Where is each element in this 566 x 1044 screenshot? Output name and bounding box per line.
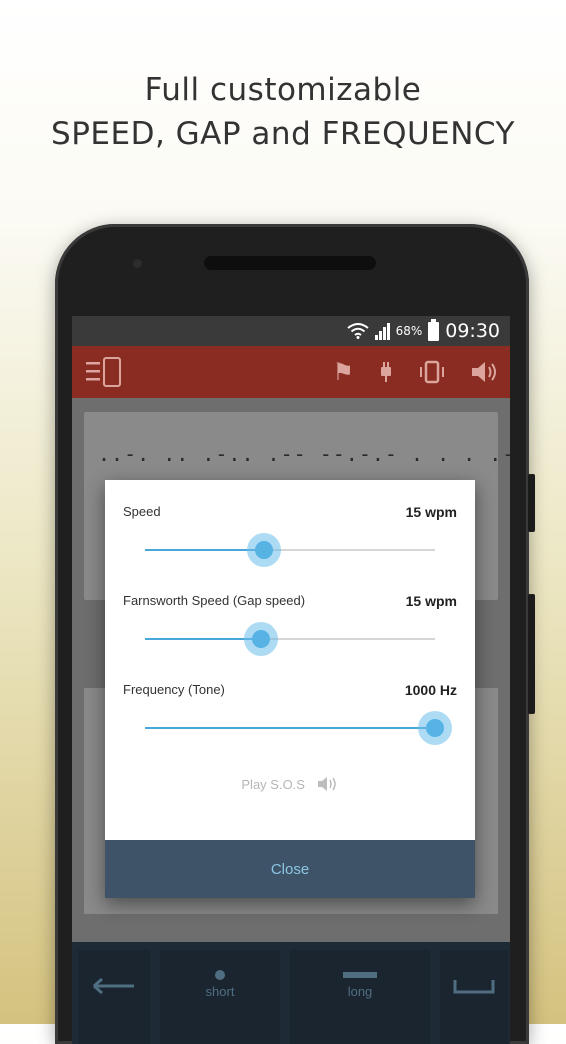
backspace-key[interactable] [78,950,150,1044]
play-sos-label: Play S.O.S [241,777,305,792]
headline-line-2: SPEED, GAP and FREQUENCY [51,116,515,152]
play-sos-button[interactable]: Play S.O.S [105,776,475,792]
backspace-icon [93,977,134,995]
long-key[interactable]: long [290,950,430,1044]
frequency-label: Frequency (Tone) [123,682,225,697]
dot-icon [215,970,225,980]
status-bar: 68% 09:30 [72,316,510,346]
frequency-slider[interactable] [145,711,452,745]
morse-text: ..-. .. .-.. .-- --.-.- . . . .-.. -- .-… [98,442,510,466]
short-key-label: short [205,984,235,999]
signal-icon [374,322,390,340]
farnsworth-label: Farnsworth Speed (Gap speed) [123,593,306,608]
speaker-icon[interactable] [470,360,498,384]
keyboard-bar: short long [72,942,510,1044]
power-button [528,474,535,532]
speed-value: 15 wpm [405,504,457,520]
battery-icon [428,318,440,341]
farnsworth-slider-thumb[interactable] [252,630,270,648]
battery-percent: 68% [395,324,423,338]
running-icon[interactable]: ⚑ [332,358,354,387]
speaker-icon [317,777,336,791]
speed-slider[interactable] [145,533,435,567]
earpiece-speaker [204,256,376,270]
space-icon [453,980,495,994]
frequency-slider-thumb[interactable] [426,719,444,737]
headline: Full customizable SPEED, GAP and FREQUEN… [0,68,566,156]
dash-icon [343,972,377,978]
settings-dialog: Speed 15 wpm Farnsworth Speed (Gap speed… [105,480,475,898]
close-button-label: Close [270,860,310,878]
space-key[interactable] [440,950,508,1044]
speed-slider-thumb[interactable] [254,541,273,559]
farnsworth-value: 15 wpm [405,593,457,609]
farnsworth-slider[interactable] [145,622,435,656]
volume-button [528,594,535,714]
long-key-label: long [347,984,373,999]
frequency-slider-fill [145,727,435,729]
speed-label: Speed [123,504,161,519]
frequency-value: 1000 Hz [404,682,457,698]
headline-line-1: Full customizable [144,72,422,108]
wifi-icon [346,323,369,339]
camera [133,259,142,268]
status-time: 09:30 [445,320,500,342]
menu-icon[interactable] [84,352,124,392]
close-button[interactable]: Close [105,840,475,898]
vibrate-icon[interactable] [418,360,446,384]
app-toolbar: ⚑ [72,346,510,398]
short-key[interactable]: short [160,950,280,1044]
plug-icon[interactable] [378,361,394,383]
